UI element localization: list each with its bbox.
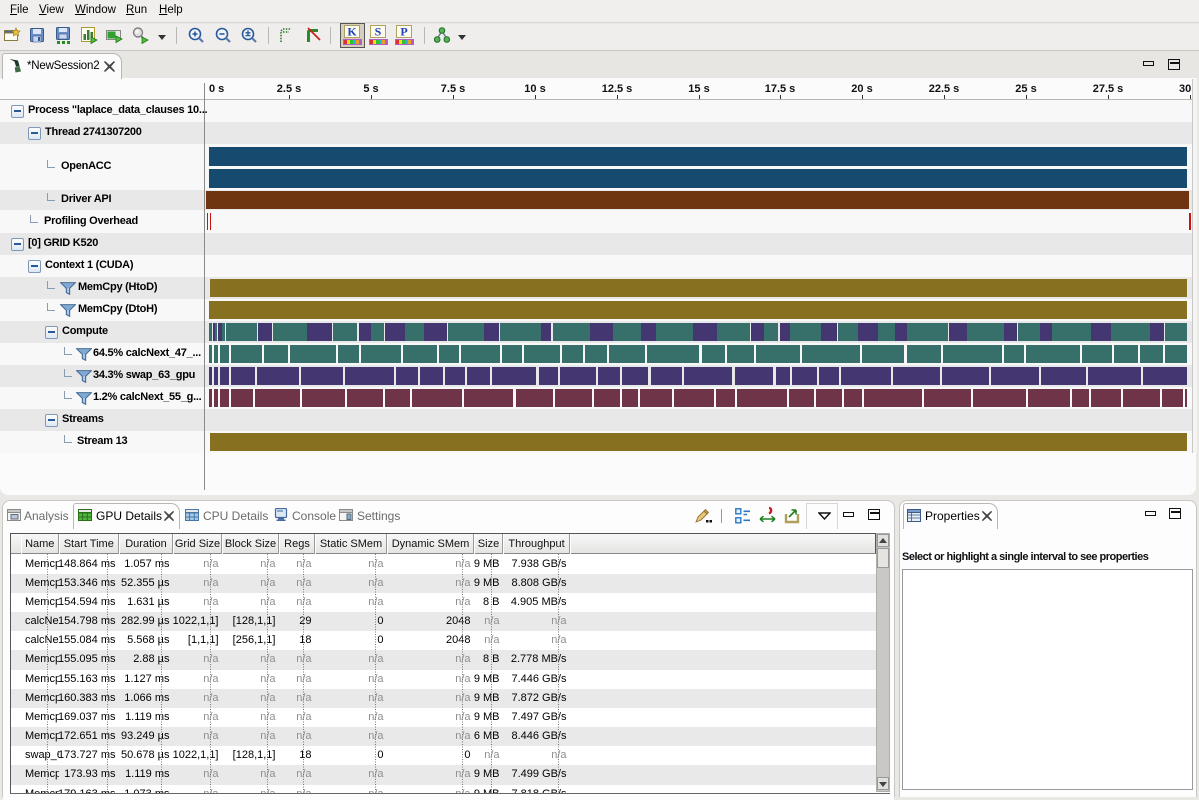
svg-text:K: K <box>347 25 357 39</box>
svg-text:S: S <box>375 25 382 39</box>
svg-text:P: P <box>400 25 407 39</box>
